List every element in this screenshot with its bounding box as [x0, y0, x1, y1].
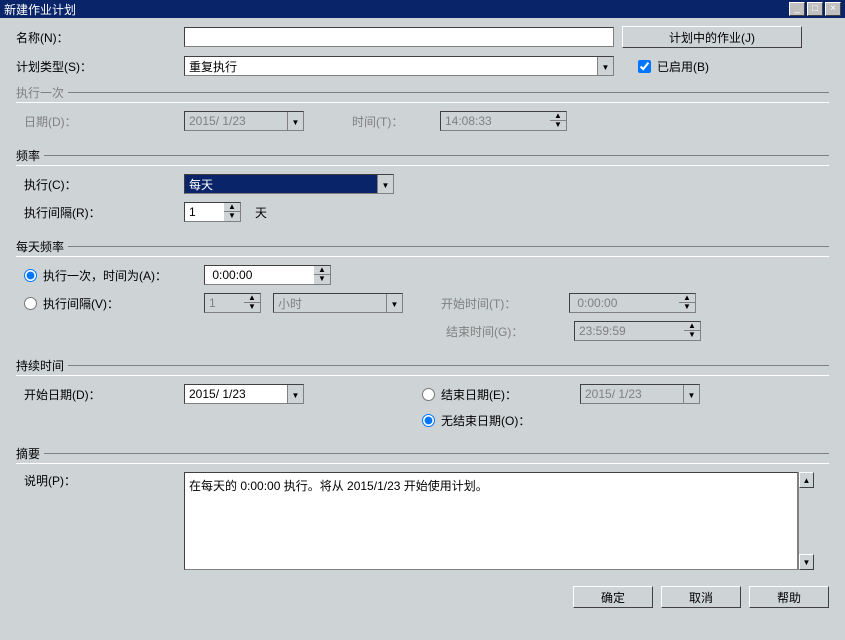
start-time-value [569, 293, 679, 313]
no-end-date-radio[interactable] [422, 414, 435, 427]
summary-group-title: 摘要 [16, 445, 44, 462]
end-time-spinner: ▲▼ [574, 321, 701, 341]
cancel-button[interactable]: 取消 [661, 586, 741, 608]
chevron-down-icon [597, 57, 613, 75]
exec-interval-label: 执行间隔(R)： [24, 204, 176, 221]
window-title: 新建作业计划 [4, 1, 76, 18]
daily-once-time-spinner[interactable]: ▲▼ [204, 265, 331, 285]
start-date-picker[interactable]: 2015/ 1/23 [184, 384, 304, 404]
start-time-label: 开始时间(T)： [441, 295, 561, 312]
once-time-spinner: ▲▼ [440, 111, 567, 131]
start-date-label: 开始日期(D)： [24, 386, 176, 403]
chevron-down-icon [386, 294, 402, 312]
name-label: 名称(N)： [16, 29, 176, 46]
schedule-type-value: 重复执行 [185, 57, 597, 75]
once-time-label: 时间(T)： [352, 113, 432, 130]
execute-label: 执行(C)： [24, 176, 176, 193]
execute-select[interactable]: 每天 [184, 174, 394, 194]
scroll-up-icon[interactable]: ▲ [799, 472, 814, 488]
daily-every-unit-select: 小时 [273, 293, 403, 313]
daily-once-label: 执行一次，时间为(A)： [43, 267, 167, 284]
name-input[interactable] [184, 27, 614, 47]
schedule-type-select[interactable]: 重复执行 [184, 56, 614, 76]
description-textarea[interactable] [184, 472, 798, 570]
exec-interval-spinner[interactable]: ▲▼ [184, 202, 241, 222]
duration-group-title: 持续时间 [16, 357, 68, 374]
end-time-label: 结束时间(G)： [446, 323, 566, 340]
daily-every-unit-value: 小时 [274, 294, 386, 312]
schedule-type-label: 计划类型(S)： [16, 58, 176, 75]
chevron-down-icon [287, 385, 303, 403]
close-button[interactable]: × [825, 2, 841, 16]
end-date-label: 结束日期(E)： [441, 386, 517, 403]
ok-button[interactable]: 确定 [573, 586, 653, 608]
titlebar: 新建作业计划 _ □ × [0, 0, 845, 18]
no-end-date-label: 无结束日期(O)： [441, 412, 530, 429]
freq-group-title: 频率 [16, 147, 44, 164]
daily-every-n-value [204, 293, 244, 313]
maximize-button[interactable]: □ [807, 2, 823, 16]
scrollbar[interactable]: ▲ ▼ [798, 472, 814, 570]
once-date-picker: 2015/ 1/23 [184, 111, 304, 131]
daily-every-n-spinner: ▲▼ [204, 293, 261, 313]
once-group-title: 执行一次 [16, 84, 68, 101]
start-date-value: 2015/ 1/23 [185, 385, 287, 403]
start-time-spinner: ▲▼ [569, 293, 696, 313]
chevron-down-icon [377, 175, 393, 193]
daily-every-radio[interactable] [24, 297, 37, 310]
end-date-picker: 2015/ 1/23 [580, 384, 700, 404]
daily-once-radio[interactable] [24, 269, 37, 282]
execute-value: 每天 [185, 175, 377, 193]
minimize-button[interactable]: _ [789, 2, 805, 16]
interval-unit-label: 天 [255, 204, 267, 221]
daily-group-title: 每天频率 [16, 238, 68, 255]
chevron-down-icon [683, 385, 699, 403]
end-time-value [574, 321, 684, 341]
window-buttons: _ □ × [789, 2, 841, 16]
end-date-radio[interactable] [422, 388, 435, 401]
once-date-label: 日期(D)： [24, 113, 176, 130]
help-button[interactable]: 帮助 [749, 586, 829, 608]
chevron-down-icon [287, 112, 303, 130]
jobs-in-schedule-button[interactable]: 计划中的作业(J) [622, 26, 802, 48]
description-label: 说明(P)： [24, 472, 176, 489]
daily-every-label: 执行间隔(V)： [43, 295, 119, 312]
daily-once-time-value[interactable] [204, 265, 314, 285]
once-time-value [440, 111, 550, 131]
scroll-down-icon[interactable]: ▼ [799, 554, 814, 570]
enabled-checkbox[interactable] [638, 60, 651, 73]
enabled-label: 已启用(B) [657, 58, 709, 75]
once-date-value: 2015/ 1/23 [185, 112, 287, 130]
exec-interval-value[interactable] [184, 202, 224, 222]
end-date-value: 2015/ 1/23 [581, 385, 683, 403]
